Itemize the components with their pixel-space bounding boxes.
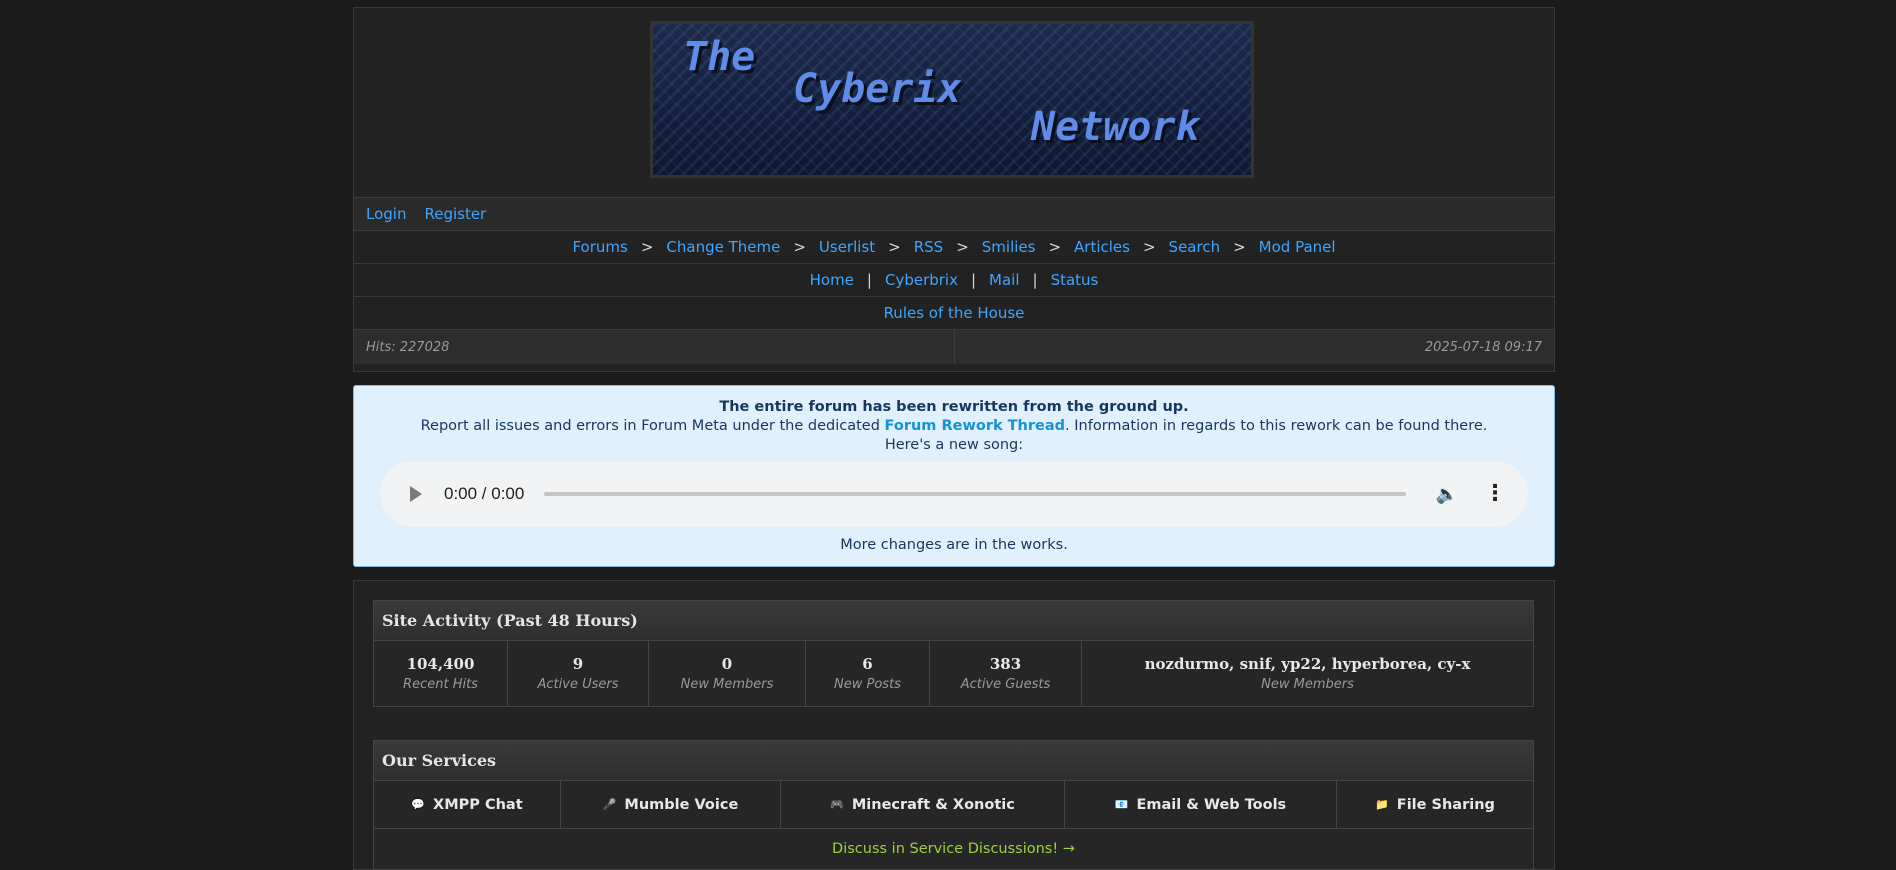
stat-label: New Members bbox=[1261, 677, 1354, 692]
microphone-icon: 🎤 bbox=[602, 798, 617, 811]
nav2-separator: | bbox=[1032, 271, 1038, 289]
main-nav: Forums > Change Theme > Userlist > RSS >… bbox=[354, 231, 1554, 264]
nav2-separator: | bbox=[970, 271, 977, 289]
nav-userlist[interactable]: Userlist bbox=[819, 238, 875, 256]
volume-icon[interactable]: 🔈 bbox=[1436, 484, 1458, 505]
gamepad-icon: 🎮 bbox=[830, 798, 844, 811]
envelope-icon: 📧 bbox=[1114, 798, 1129, 811]
nav-forums[interactable]: Forums bbox=[572, 238, 627, 256]
activity-stats: 104,400 Recent Hits 9 Active Users 0 New… bbox=[374, 641, 1533, 706]
rules-row: Rules of the House bbox=[354, 297, 1554, 330]
stat-value: 0 bbox=[721, 655, 733, 673]
service-label: File Sharing bbox=[1396, 796, 1495, 813]
nav-search[interactable]: Search bbox=[1169, 238, 1221, 256]
nav-articles[interactable]: Articles bbox=[1074, 238, 1130, 256]
nav-home[interactable]: Home bbox=[810, 271, 854, 289]
stat-value: 104,400 bbox=[406, 655, 475, 673]
auth-bar: Login Register bbox=[354, 198, 1554, 231]
nav-separator: > bbox=[888, 238, 901, 256]
register-link[interactable]: Register bbox=[424, 205, 486, 223]
nav-separator: > bbox=[793, 238, 806, 256]
nav-cyberbrix[interactable]: Cyberbrix bbox=[885, 271, 958, 289]
service-minecraft-xonotic[interactable]: 🎮 Minecraft & Xonotic bbox=[781, 781, 1065, 828]
stat-active-users: 9 Active Users bbox=[508, 641, 649, 706]
hit-counter: Hits: 227028 bbox=[354, 330, 955, 364]
nav2-separator: | bbox=[866, 271, 872, 289]
stat-value: 9 bbox=[572, 655, 584, 673]
folder-icon: 📁 bbox=[1375, 798, 1389, 811]
stat-recent-hits: 104,400 Recent Hits bbox=[374, 641, 508, 706]
logo-word-the: The bbox=[683, 34, 756, 80]
stat-label: Recent Hits bbox=[403, 677, 478, 692]
site-logo-banner[interactable]: The Cyberix Network bbox=[650, 21, 1254, 178]
logo-word-cyberix: Cyberix bbox=[793, 66, 962, 112]
services-panel: Our Services 💬 XMPP Chat 🎤 Mumble Voice … bbox=[373, 740, 1534, 870]
nav-separator: > bbox=[956, 238, 969, 256]
nav-separator: > bbox=[640, 238, 654, 256]
nav-mod-panel[interactable]: Mod Panel bbox=[1259, 238, 1336, 256]
nav-separator: > bbox=[1142, 238, 1156, 256]
nav-status[interactable]: Status bbox=[1051, 271, 1099, 289]
stat-value: 6 bbox=[862, 655, 873, 673]
more-options-icon[interactable]: ⋮ bbox=[1484, 483, 1506, 505]
rules-link[interactable]: Rules of the House bbox=[884, 304, 1025, 322]
nav-separator: > bbox=[1048, 238, 1062, 256]
stat-value: 383 bbox=[989, 655, 1022, 673]
announcement-box: The entire forum has been rewritten from… bbox=[353, 385, 1555, 567]
announcement-text-pre: Report all issues and errors in Forum Me… bbox=[420, 418, 885, 434]
service-mumble-voice[interactable]: 🎤 Mumble Voice bbox=[561, 781, 781, 828]
stat-label: New Posts bbox=[834, 677, 901, 692]
stat-label: New Members bbox=[680, 677, 774, 692]
site-header: The Cyberix Network Login Register Forum… bbox=[353, 7, 1555, 372]
service-label: Email & Web Tools bbox=[1136, 796, 1287, 813]
server-datetime: 2025-07-18 09:17 bbox=[1424, 339, 1542, 355]
audio-progress-bar[interactable] bbox=[544, 492, 1406, 496]
stat-label: Active Guests bbox=[960, 677, 1051, 692]
services-list: 💬 XMPP Chat 🎤 Mumble Voice 🎮 Minecraft &… bbox=[374, 781, 1533, 829]
services-title: Our Services bbox=[374, 741, 1533, 781]
main-content: Site Activity (Past 48 Hours) 104,400 Re… bbox=[353, 580, 1555, 870]
nav-separator: > bbox=[1233, 238, 1246, 256]
nav-mail[interactable]: Mail bbox=[989, 271, 1019, 289]
stat-label: Active Users bbox=[537, 677, 619, 692]
audio-player: 0:00 / 0:00 🔈 ⋮ bbox=[380, 461, 1528, 527]
discuss-row: Discuss in Service Discussions! → bbox=[374, 829, 1533, 869]
forum-rework-thread-link[interactable]: Forum Rework Thread bbox=[885, 418, 1065, 434]
secondary-nav: Home | Cyberbrix | Mail | Status bbox=[354, 264, 1554, 297]
service-file-sharing[interactable]: 📁 File Sharing bbox=[1337, 781, 1533, 828]
announcement-footer: More changes are in the works. bbox=[840, 537, 1068, 553]
announcement-body: Report all issues and errors in Forum Me… bbox=[354, 418, 1554, 434]
service-discussions-link[interactable]: Discuss in Service Discussions! → bbox=[832, 841, 1075, 857]
announcement-text-post: . Information in regards to this rework … bbox=[1065, 418, 1488, 434]
service-label: Minecraft & Xonotic bbox=[851, 796, 1015, 813]
stat-active-guests: 383 Active Guests bbox=[930, 641, 1082, 706]
banner-row: The Cyberix Network bbox=[354, 8, 1554, 198]
stat-new-posts: 6 New Posts bbox=[806, 641, 930, 706]
chat-bubble-icon: 💬 bbox=[411, 798, 426, 811]
service-xmpp-chat[interactable]: 💬 XMPP Chat bbox=[374, 781, 561, 828]
audio-time: 0:00 / 0:00 bbox=[444, 484, 525, 503]
nav-smilies[interactable]: Smilies bbox=[982, 238, 1036, 256]
song-intro: Here's a new song: bbox=[884, 437, 1024, 453]
new-members-names[interactable]: nozdurmo, snif, yp22, hyperborea, cy-x bbox=[1145, 655, 1471, 673]
site-activity-title: Site Activity (Past 48 Hours) bbox=[374, 601, 1533, 641]
announcement-headline: The entire forum has been rewritten from… bbox=[719, 399, 1189, 415]
service-email-web-tools[interactable]: 📧 Email & Web Tools bbox=[1065, 781, 1337, 828]
stat-new-members-list: nozdurmo, snif, yp22, hyperborea, cy-x N… bbox=[1082, 641, 1533, 706]
nav-rss[interactable]: RSS bbox=[914, 238, 943, 256]
login-link[interactable]: Login bbox=[366, 205, 406, 223]
logo-word-network: Network bbox=[1031, 104, 1200, 150]
play-icon[interactable] bbox=[410, 486, 422, 502]
stat-new-members-count: 0 New Members bbox=[649, 641, 806, 706]
service-label: XMPP Chat bbox=[433, 796, 523, 813]
site-activity-panel: Site Activity (Past 48 Hours) 104,400 Re… bbox=[373, 600, 1534, 707]
info-bar: Hits: 227028 2025-07-18 09:17 bbox=[354, 330, 1554, 364]
service-label: Mumble Voice bbox=[624, 796, 739, 813]
nav-change-theme[interactable]: Change Theme bbox=[666, 238, 780, 256]
